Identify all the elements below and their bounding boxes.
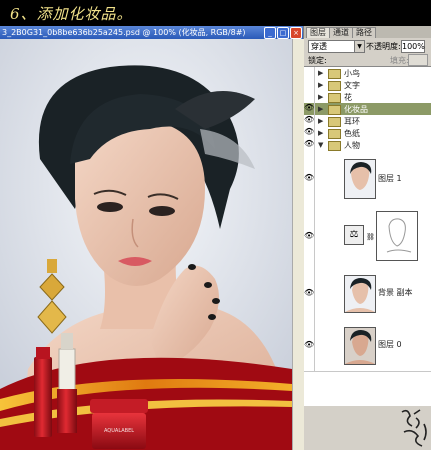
- eye-icon[interactable]: 👁: [304, 319, 315, 371]
- layers-panel: 图层 通道 路径 穿透 ▼ 不透明度: 100% 锁定: 填充: ▶ 小鸟 ▶ …: [304, 26, 431, 450]
- tutorial-banner: 6、添加化妆品。: [0, 0, 431, 26]
- expand-icon[interactable]: ▶: [318, 81, 323, 89]
- document-title: 3_2B0G31_0b8be636b25a245.psd @ 100% (化妆品…: [2, 28, 246, 37]
- blend-mode-dropdown-icon[interactable]: ▼: [354, 40, 365, 53]
- step-title: 6、添加化妆品。: [10, 5, 133, 23]
- layer-name: 小鸟: [344, 69, 360, 78]
- layer-row[interactable]: 👁 ⚖ ⛓: [304, 205, 431, 268]
- minimize-button[interactable]: _: [264, 27, 276, 39]
- folder-icon: [328, 81, 341, 91]
- expand-icon[interactable]: ▶: [318, 105, 323, 113]
- fill-label: 填充:: [390, 56, 409, 65]
- layer-name: 人物: [344, 141, 360, 150]
- document-titlebar[interactable]: 3_2B0G31_0b8be636b25a245.psd @ 100% (化妆品…: [0, 26, 303, 39]
- layer-row[interactable]: 👁 图层 1: [304, 151, 431, 206]
- layer-name: 耳环: [344, 117, 360, 126]
- eye-icon[interactable]: 👁: [304, 127, 315, 139]
- layer-name: 图层 0: [378, 340, 402, 349]
- panel-footer: [304, 406, 431, 450]
- canvas-scrollbar[interactable]: [292, 39, 304, 450]
- expand-icon[interactable]: ▶: [318, 93, 323, 101]
- folder-icon: [328, 105, 341, 115]
- folder-icon: [328, 69, 341, 79]
- layer-row[interactable]: 👁 图层 0: [304, 319, 431, 372]
- image-canvas[interactable]: AQUALABEL: [0, 39, 292, 450]
- visibility-toggle[interactable]: [304, 91, 315, 103]
- visibility-toggle[interactable]: [304, 67, 315, 79]
- folder-icon: [328, 117, 341, 127]
- opacity-label: 不透明度:: [366, 42, 401, 51]
- eye-icon[interactable]: 👁: [304, 139, 315, 151]
- document-window: 3_2B0G31_0b8be636b25a245.psd @ 100% (化妆品…: [0, 26, 304, 450]
- layer-thumbnail: [344, 275, 376, 313]
- blend-mode-select[interactable]: 穿透: [308, 40, 356, 53]
- collapse-icon[interactable]: ▼: [318, 141, 323, 149]
- layer-name: 化妆品: [344, 105, 368, 114]
- layer-mask-thumbnail[interactable]: [376, 211, 418, 261]
- eye-icon[interactable]: 👁: [304, 267, 315, 319]
- chain-link-icon[interactable]: ⛓: [366, 233, 375, 241]
- layer-thumbnail: [344, 327, 376, 365]
- tab-layers[interactable]: 图层: [306, 27, 330, 38]
- eye-icon[interactable]: 👁: [304, 103, 315, 115]
- layer-row[interactable]: 👁 背景 副本: [304, 267, 431, 320]
- layer-name: 花: [344, 93, 352, 102]
- jar-brand-label: AQUALABEL: [104, 428, 134, 434]
- eye-icon[interactable]: 👁: [304, 205, 315, 267]
- folder-icon: [328, 93, 341, 103]
- adjustment-layer-icon: ⚖: [344, 225, 364, 245]
- layer-name: 文字: [344, 81, 360, 90]
- maximize-button[interactable]: □: [277, 27, 289, 39]
- layer-thumbnail: [344, 159, 376, 199]
- close-button[interactable]: ×: [290, 27, 302, 39]
- expand-icon[interactable]: ▶: [318, 129, 323, 137]
- layers-list: ▶ 小鸟 ▶ 文字 ▶ 花 👁 ▶ 化妆品 👁 ▶ 耳环 👁 ▶ 色纸 👁 ▼ …: [304, 66, 431, 407]
- folder-icon: [328, 129, 341, 139]
- expand-icon[interactable]: ▶: [318, 117, 323, 125]
- tab-paths[interactable]: 路径: [352, 27, 376, 38]
- folder-icon: [328, 141, 341, 151]
- visibility-toggle[interactable]: [304, 79, 315, 91]
- layer-name: 图层 1: [378, 174, 402, 183]
- portrait-artwork: AQUALABEL: [0, 39, 292, 450]
- opacity-input[interactable]: 100%: [401, 40, 425, 53]
- panel-tabs: 图层 通道 路径: [304, 26, 431, 38]
- lock-label: 锁定:: [308, 56, 327, 65]
- eye-icon[interactable]: 👁: [304, 151, 315, 205]
- expand-icon[interactable]: ▶: [318, 69, 323, 77]
- tab-channels[interactable]: 通道: [329, 27, 353, 38]
- layer-name: 背景 副本: [378, 288, 413, 297]
- fill-input[interactable]: [408, 54, 428, 66]
- layer-name: 色纸: [344, 129, 360, 138]
- eye-icon[interactable]: 👁: [304, 115, 315, 127]
- signature-mark: [401, 409, 427, 447]
